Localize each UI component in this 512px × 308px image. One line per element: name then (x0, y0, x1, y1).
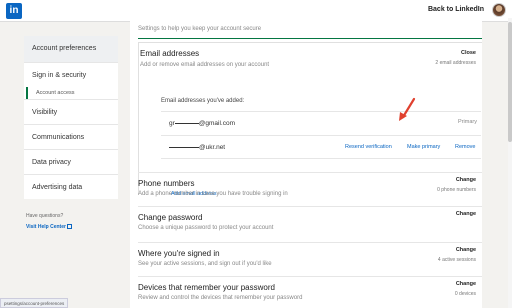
change-button[interactable]: Change (456, 177, 476, 183)
section-title: Change password (138, 213, 203, 222)
section-title: Devices that remember your password (138, 283, 275, 292)
section-subtitle: Choose a unique password to protect your… (138, 225, 274, 231)
where-signed-in-section[interactable]: Where you're signed in See your active s… (138, 242, 482, 274)
section-title: Phone numbers (138, 179, 195, 188)
primary-badge: Primary (458, 119, 477, 125)
section-title: Where you're signed in (138, 249, 220, 258)
email-row: @ukr.net Resend verification Make primar… (161, 135, 481, 159)
resend-verification-link[interactable]: Resend verification (345, 144, 392, 150)
active-divider (138, 38, 482, 39)
email-section-subtitle: Add or remove email addresses on your ac… (140, 62, 270, 68)
section-count: 4 active sessions (437, 257, 476, 263)
email-suffix: @ukr.net (199, 144, 226, 151)
sidebar-item-sign-in-security[interactable]: Sign in & security (24, 62, 118, 87)
scrollbar-thumb[interactable] (508, 22, 512, 142)
help-center-link[interactable]: Visit Help Center (26, 224, 72, 230)
help-question-text: Have questions? (26, 213, 64, 219)
sidebar-item-communications[interactable]: Communications (24, 124, 118, 149)
back-to-linkedin-link[interactable]: Back to LinkedIn (428, 6, 484, 13)
make-primary-link[interactable]: Make primary (407, 144, 440, 150)
change-password-section[interactable]: Change password Choose a unique password… (138, 206, 482, 238)
added-emails-label: Email addresses you've added: (161, 98, 245, 104)
email-address: gr @gmail.com (169, 119, 235, 127)
email-section-title: Email addresses (140, 49, 200, 58)
email-row: gr @gmail.com Primary (161, 111, 481, 133)
email-suffix: @gmail.com (198, 120, 235, 127)
devices-remember-password-section[interactable]: Devices that remember your password Revi… (138, 276, 482, 308)
section-subtitle: Add a phone number in case you have trou… (138, 191, 288, 197)
help-center-label[interactable]: Visit Help Center (26, 224, 66, 230)
linkedin-logo-icon[interactable]: in (6, 3, 22, 19)
change-button[interactable]: Change (456, 281, 476, 287)
redacted-block (169, 143, 199, 148)
sidebar-item-advertising-data[interactable]: Advertising data (24, 174, 118, 199)
sidebar-subitem-account-access[interactable]: Account access (26, 87, 118, 99)
email-address: @ukr.net (169, 143, 225, 151)
sidebar-item-visibility[interactable]: Visibility (24, 99, 118, 124)
section-count: 0 devices (454, 291, 476, 297)
redacted-block (174, 119, 199, 124)
external-link-icon (66, 224, 72, 229)
settings-sidebar: Account preferences Sign in & security A… (24, 36, 118, 199)
status-bar-url: psettings/account-preferences (0, 298, 69, 308)
change-button[interactable]: Change (456, 247, 476, 253)
main-panel: Settings to help you keep your account s… (130, 18, 482, 308)
remove-email-link[interactable]: Remove (455, 144, 475, 150)
avatar[interactable] (492, 3, 506, 17)
section-subtitle: See your active sessions, and sign out i… (138, 261, 272, 267)
section-intro-text: Settings to help you keep your account s… (138, 26, 262, 32)
section-subtitle: Review and control the devices that reme… (138, 295, 303, 301)
section-count: 0 phone numbers (437, 187, 476, 193)
email-count: 2 email addresses (435, 60, 476, 66)
sidebar-item-data-privacy[interactable]: Data privacy (24, 149, 118, 174)
change-button[interactable]: Change (456, 211, 476, 217)
sidebar-item-account-preferences[interactable]: Account preferences (24, 36, 118, 62)
phone-numbers-section[interactable]: Phone numbers Add a phone number in case… (138, 172, 482, 204)
annotation-arrow-icon (399, 97, 416, 121)
close-button[interactable]: Close (461, 50, 476, 56)
